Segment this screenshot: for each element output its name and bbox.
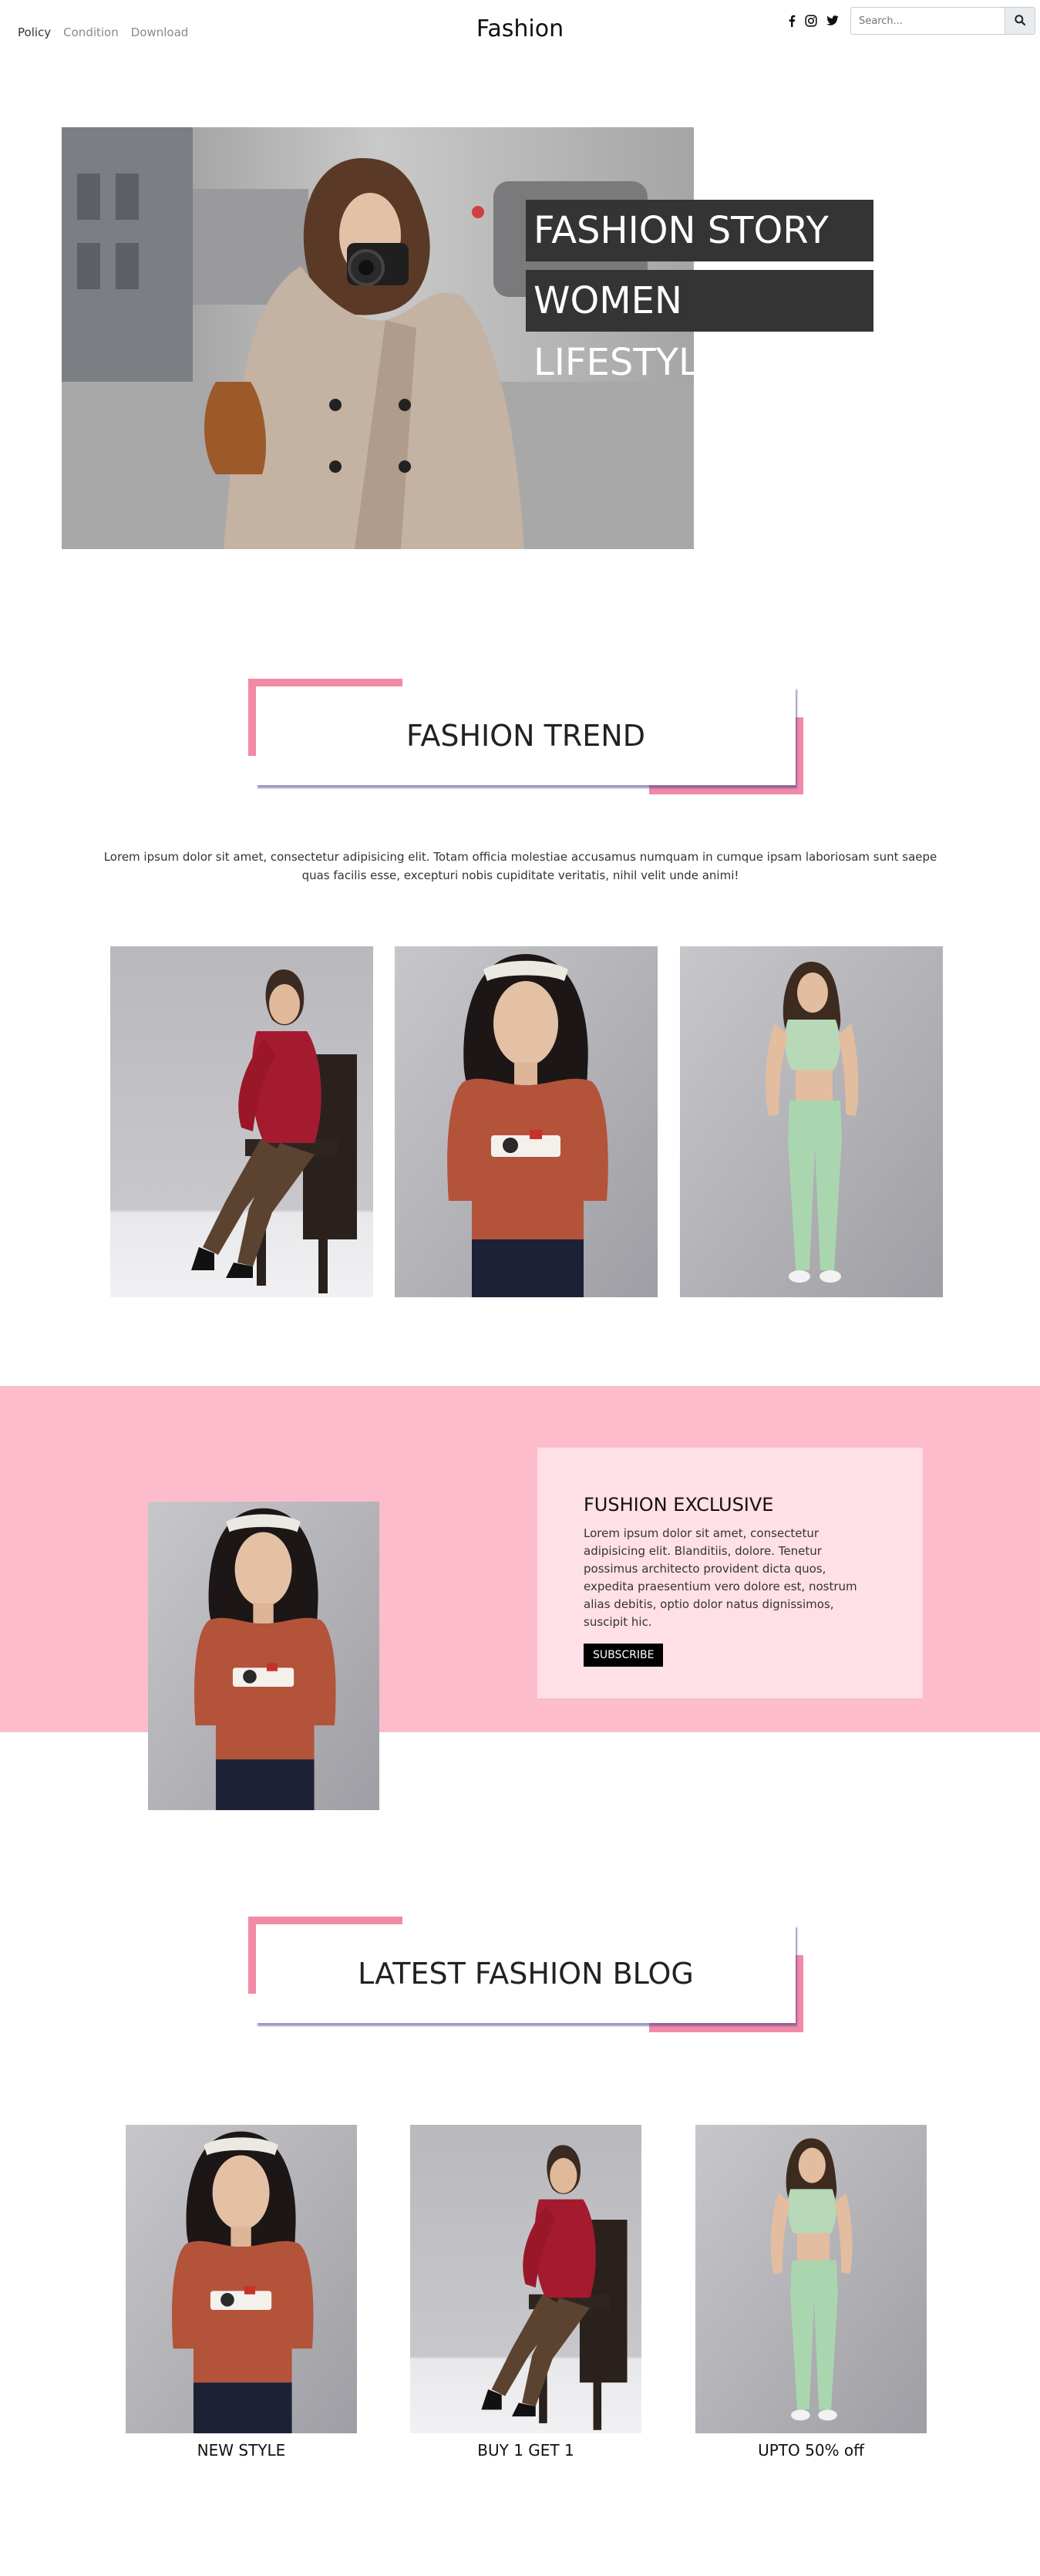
search-icon bbox=[1015, 14, 1026, 28]
blog-heading: LATEST FASHION BLOG bbox=[248, 1917, 803, 2032]
exclusive-title: FUSHION EXCLUSIVE bbox=[584, 1494, 774, 1516]
instagram-icon[interactable] bbox=[805, 15, 817, 27]
blog-caption[interactable]: NEW STYLE bbox=[126, 2441, 357, 2460]
section-title: LATEST FASHION BLOG bbox=[256, 1924, 796, 2023]
trend-intro-text: Lorem ipsum dolor sit amet, consectetur … bbox=[103, 850, 937, 882]
blog-image-new-style[interactable] bbox=[126, 2125, 357, 2433]
facebook-icon[interactable] bbox=[788, 15, 796, 27]
blog-image-buy-one-get-one[interactable] bbox=[410, 2125, 641, 2433]
top-navbar: Policy Condition Download Fashion bbox=[0, 0, 1040, 62]
subscribe-button[interactable]: SUBSCRIBE bbox=[584, 1644, 664, 1667]
search-button[interactable] bbox=[1005, 7, 1035, 35]
fashion-trend-heading: FASHION TREND bbox=[248, 679, 803, 794]
product-image-orange-tee[interactable] bbox=[395, 946, 658, 1297]
exclusive-card: FUSHION EXCLUSIVE Lorem ipsum dolor sit … bbox=[537, 1448, 923, 1698]
exclusive-text: Lorem ipsum dolor sit amet, consectetur … bbox=[584, 1526, 857, 1629]
search-form bbox=[850, 7, 1035, 35]
section-title: FASHION TREND bbox=[256, 686, 796, 785]
blog-caption[interactable]: BUY 1 GET 1 bbox=[410, 2441, 641, 2460]
blog-caption[interactable]: UPTO 50% off bbox=[695, 2441, 927, 2460]
hero-tagline-2: WOMEN LIFESTYLE bbox=[526, 270, 873, 384]
hero-tagline-1: FASHION STORY bbox=[526, 200, 873, 261]
product-image-red-top[interactable] bbox=[110, 946, 373, 1297]
search-input[interactable] bbox=[850, 7, 1005, 35]
twitter-icon[interactable] bbox=[826, 15, 839, 26]
product-image-mint-set[interactable] bbox=[680, 946, 943, 1297]
exclusive-image bbox=[148, 1502, 379, 1810]
social-links bbox=[788, 12, 839, 30]
blog-image-upto-50-off[interactable] bbox=[695, 2125, 927, 2433]
